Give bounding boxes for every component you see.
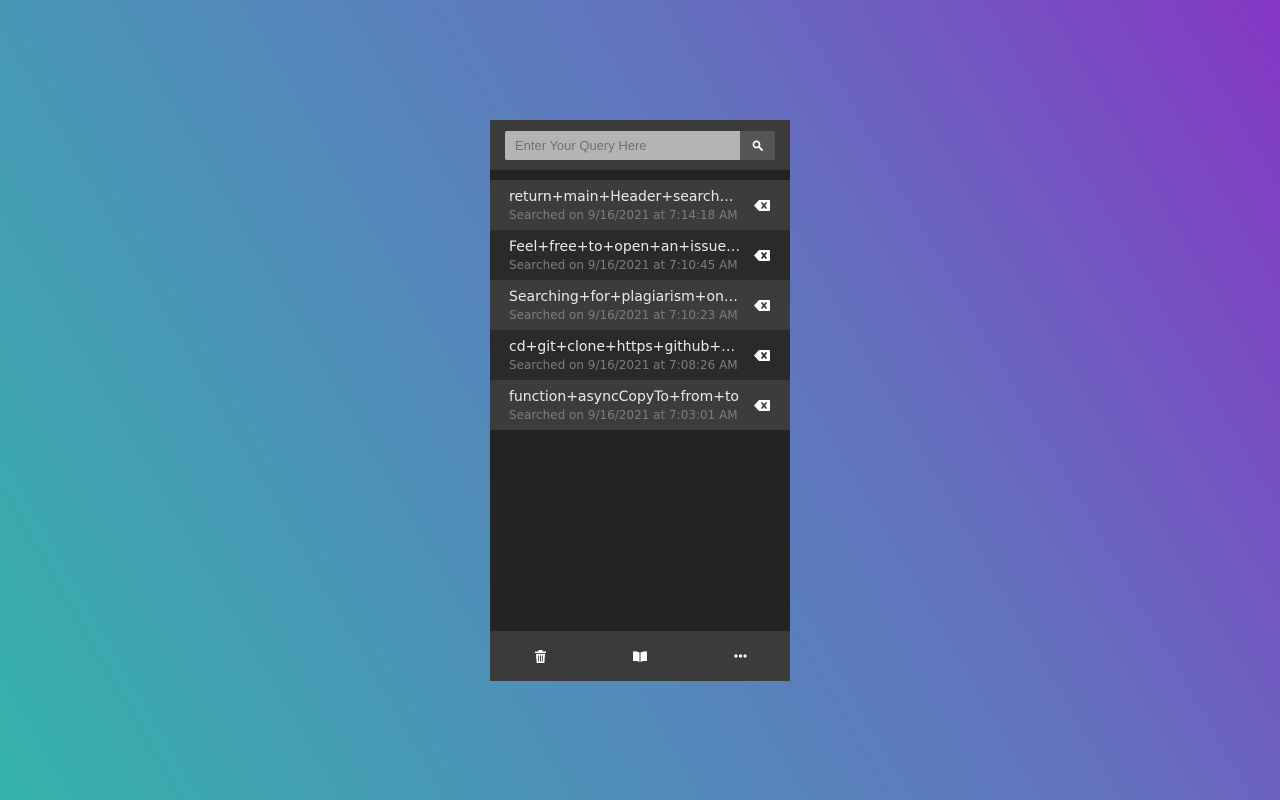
history-item-text: Searching+for+plagiarism+online Searched…: [509, 288, 747, 323]
bookmarks-button[interactable]: [590, 631, 690, 681]
history-item-query[interactable]: function+asyncCopyTo+from+to: [509, 388, 741, 406]
history-item-time: Searched on 9/16/2021 at 7:10:45 AM: [509, 257, 738, 272]
history-item[interactable]: function+asyncCopyTo+from+to Searched on…: [490, 380, 790, 430]
backspace-icon: [754, 349, 770, 361]
backspace-icon: [754, 249, 770, 261]
history-item[interactable]: cd+git+clone+https+github+com Searched o…: [490, 330, 790, 380]
history-item-time: Searched on 9/16/2021 at 7:08:26 AM: [509, 357, 738, 372]
delete-history-item-button[interactable]: [753, 398, 771, 412]
history-item-query[interactable]: cd+git+clone+https+github+com: [509, 338, 741, 356]
history-item-time: Searched on 9/16/2021 at 7:14:18 AM: [509, 207, 738, 222]
search-button[interactable]: [740, 130, 775, 160]
delete-history-item-button[interactable]: [753, 248, 771, 262]
history-list: return+main+Header+searchHistory Searche…: [490, 180, 790, 631]
ellipsis-icon: [733, 654, 747, 658]
search-icon: [752, 140, 763, 151]
history-item-text: Feel+free+to+open+an+issue+or Searched o…: [509, 238, 747, 273]
history-item-time: Searched on 9/16/2021 at 7:10:23 AM: [509, 307, 738, 322]
history-item-query[interactable]: Searching+for+plagiarism+online: [509, 288, 741, 306]
history-item-text: function+asyncCopyTo+from+to Searched on…: [509, 388, 747, 423]
delete-history-item-button[interactable]: [753, 298, 771, 312]
history-item-time: Searched on 9/16/2021 at 7:03:01 AM: [509, 407, 738, 422]
book-open-icon: [633, 650, 647, 662]
search-input[interactable]: [505, 130, 740, 160]
backspace-icon: [754, 399, 770, 411]
trash-icon: [534, 649, 546, 663]
history-item[interactable]: Feel+free+to+open+an+issue+or Searched o…: [490, 230, 790, 280]
more-options-button[interactable]: [690, 631, 790, 681]
backspace-icon: [754, 199, 770, 211]
search-bar: [490, 120, 790, 170]
history-item[interactable]: Searching+for+plagiarism+online Searched…: [490, 280, 790, 330]
delete-history-item-button[interactable]: [753, 198, 771, 212]
search-history-popup: return+main+Header+searchHistory Searche…: [490, 120, 790, 681]
backspace-icon: [754, 299, 770, 311]
delete-history-item-button[interactable]: [753, 348, 771, 362]
clear-history-button[interactable]: [490, 631, 590, 681]
history-item-query[interactable]: Feel+free+to+open+an+issue+or: [509, 238, 741, 256]
history-item-text: return+main+Header+searchHistory Searche…: [509, 188, 747, 223]
history-item-text: cd+git+clone+https+github+com Searched o…: [509, 338, 747, 373]
history-item[interactable]: return+main+Header+searchHistory Searche…: [490, 180, 790, 230]
history-item-query[interactable]: return+main+Header+searchHistory: [509, 188, 741, 206]
footer-toolbar: [490, 631, 790, 681]
